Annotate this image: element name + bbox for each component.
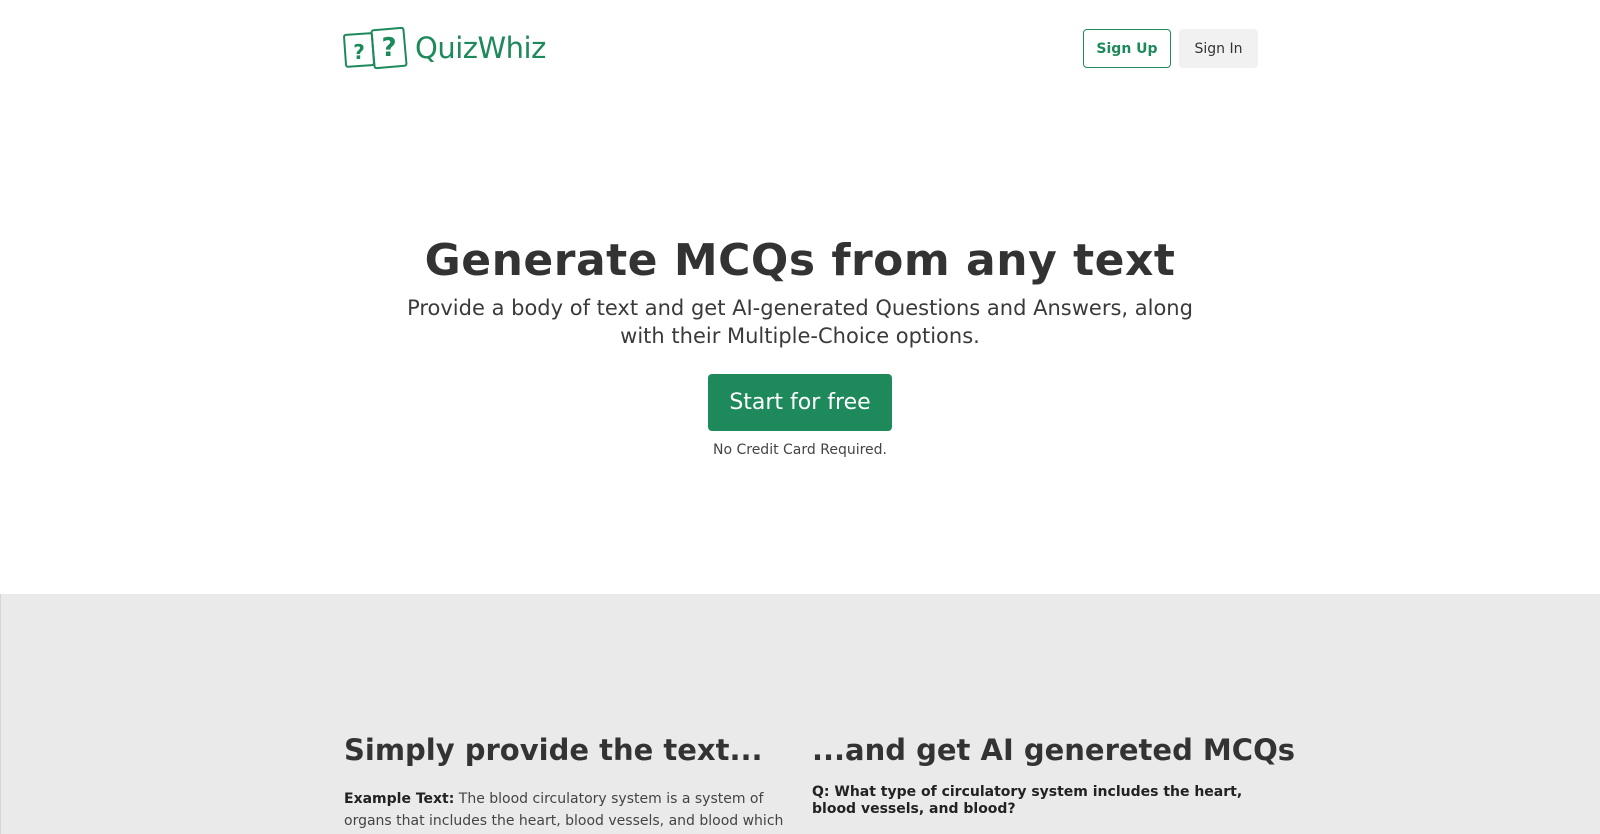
hero-title: Generate MCQs from any text: [424, 235, 1176, 286]
svg-text:?: ?: [353, 40, 365, 64]
hero-section: Generate MCQs from any text Provide a bo…: [0, 220, 1600, 458]
header-nav: Sign Up Sign In: [1083, 29, 1258, 68]
svg-text:?: ?: [381, 33, 396, 63]
brand-name: QuizWhiz: [415, 31, 546, 65]
no-credit-card-note: No Credit Card Required.: [712, 442, 887, 458]
demo-input-column: Simply provide the text... Example Text:…: [344, 730, 794, 834]
demo-right-title: ...and get AI genereted MCQs: [812, 733, 1295, 767]
question-cards-logo-icon: ? ?: [343, 26, 408, 70]
hero-subtitle: Provide a body of text and get AI-genera…: [407, 296, 1193, 348]
sign-in-button[interactable]: Sign In: [1179, 29, 1258, 68]
site-header: ? ? QuizWhiz Sign Up Sign In: [0, 0, 1600, 100]
example-text-label: Example Text:: [344, 791, 455, 807]
demo-output-column: ...and get AI genereted MCQs Q: What typ…: [812, 730, 1295, 818]
demo-section: Simply provide the text... Example Text:…: [0, 594, 1600, 834]
sign-up-button[interactable]: Sign Up: [1083, 29, 1171, 68]
sample-question: Q: What type of circulatory system inclu…: [812, 784, 1243, 817]
demo-left-title: Simply provide the text...: [344, 733, 763, 767]
start-free-button[interactable]: Start for free: [708, 374, 892, 431]
brand-logo[interactable]: ? ? QuizWhiz: [343, 26, 546, 70]
example-text-paragraph: Example Text: The blood circulatory syst…: [344, 788, 794, 834]
